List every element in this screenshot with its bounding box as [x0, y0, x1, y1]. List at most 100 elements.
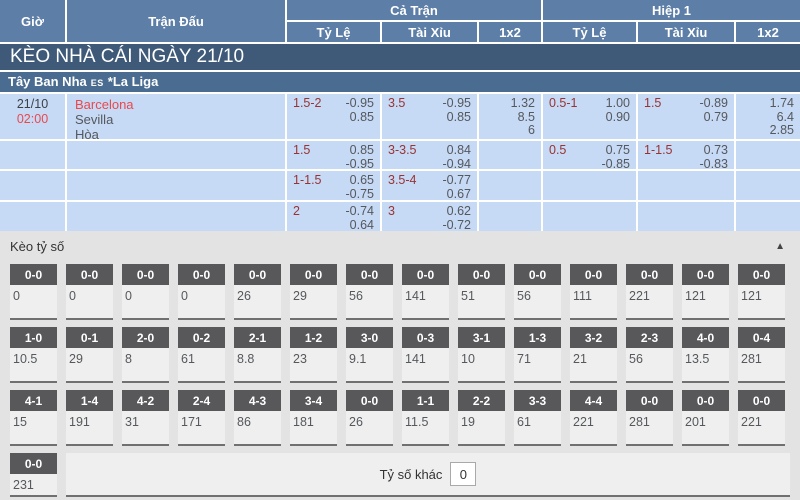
odds-cell-ft-ou[interactable]: 3.5-0.950.85	[382, 94, 477, 139]
score-cell[interactable]: 2-219	[458, 390, 505, 446]
score-cell[interactable]: 0-0121	[738, 264, 785, 320]
score-odds: 15	[10, 411, 57, 429]
odds-line: 1.5-0.89	[644, 97, 728, 111]
score-cell[interactable]: 4-013.5	[682, 327, 729, 383]
score-cell[interactable]: 0-00	[178, 264, 225, 320]
odds-cell-h1-hdp[interactable]	[543, 202, 636, 231]
score-cell[interactable]: 3-110	[458, 327, 505, 383]
score-cell[interactable]: 2-4171	[178, 390, 225, 446]
score-cell[interactable]: 1-010.5	[10, 327, 57, 383]
score-label: 2-0	[122, 327, 169, 348]
odds-value: 0.73	[704, 144, 728, 158]
odds-line: 1-1.50.73	[644, 144, 728, 158]
score-cell[interactable]: 3-4181	[290, 390, 337, 446]
score-label: 0-3	[402, 327, 449, 348]
odds-value: 0.75	[606, 144, 630, 158]
odds-cell-h1-ou[interactable]	[638, 202, 734, 231]
odds-cell-ft-1x2[interactable]	[479, 202, 541, 231]
odds-cell-h1-hdp[interactable]: 0.5-11.000.90	[543, 94, 636, 139]
handicap-value: 3	[388, 205, 395, 219]
score-cell[interactable]: 3-361	[514, 390, 561, 446]
odds-cell-ft-1x2[interactable]: 1.328.56	[479, 94, 541, 139]
score-cell[interactable]: 0-129	[66, 327, 113, 383]
score-odds: 181	[290, 411, 337, 429]
odds-cell-h1-hdp[interactable]	[543, 171, 636, 200]
score-cell[interactable]: 4-386	[234, 390, 281, 446]
header-match: Trận Đấu	[67, 0, 285, 42]
score-cell[interactable]: 1-371	[514, 327, 561, 383]
score-cell[interactable]: 0-026	[234, 264, 281, 320]
score-cell[interactable]: 0-026	[346, 390, 393, 446]
score-cell[interactable]: 0-0141	[402, 264, 449, 320]
odds-cell-ft-hdp[interactable]: 1.5-2-0.950.85	[287, 94, 380, 139]
score-label: 4-1	[10, 390, 57, 411]
score-cell[interactable]: 0-056	[346, 264, 393, 320]
score-cell[interactable]: 0-00	[66, 264, 113, 320]
score-odds: 201	[682, 411, 729, 429]
handicap-value: 3.5	[388, 97, 405, 111]
score-cell[interactable]: 4-4221	[570, 390, 617, 446]
score-cell[interactable]: 0-3141	[402, 327, 449, 383]
score-cell[interactable]: 3-221	[570, 327, 617, 383]
score-cell[interactable]: 0-0111	[570, 264, 617, 320]
correct-score-section: Kèo tỷ số ▲ 0-000-000-000-000-0260-0290-…	[0, 231, 800, 500]
score-cell[interactable]: 2-08	[122, 327, 169, 383]
score-cell[interactable]: 0-0281	[626, 390, 673, 446]
header-ft-overunder: Tài Xỉu	[382, 22, 477, 42]
score-cell[interactable]: 1-223	[290, 327, 337, 383]
odds-cell-h1-ou[interactable]	[638, 171, 734, 200]
score-cell[interactable]: 0-4281	[738, 327, 785, 383]
score-cell[interactable]: 0-0221	[626, 264, 673, 320]
odds-cell-h1-1x2[interactable]	[736, 202, 800, 231]
score-cell[interactable]: 0-00	[10, 264, 57, 320]
score-cell[interactable]: 4-231	[122, 390, 169, 446]
odds-value: 0.79	[704, 111, 728, 125]
odds-line: 1.5-2-0.95	[293, 97, 374, 111]
league-country-code: es	[91, 78, 104, 88]
score-label: 0-0	[66, 264, 113, 285]
score-cell[interactable]: 2-356	[626, 327, 673, 383]
odds-cell-h1-ou[interactable]: 1.5-0.890.79	[638, 94, 734, 139]
score-label: 3-2	[570, 327, 617, 348]
odds-cell-ft-ou[interactable]: 30.62-0.72	[382, 202, 477, 231]
match-cell	[67, 202, 285, 231]
odds-cell-ft-ou[interactable]: 3-3.50.84-0.94	[382, 141, 477, 169]
odds-cell-ft-hdp[interactable]: 1-1.50.65-0.75	[287, 171, 380, 200]
odds-cell-h1-1x2[interactable]: 1.746.42.85	[736, 94, 800, 139]
collapse-arrow-icon[interactable]: ▲	[775, 237, 785, 257]
odds-cell-ft-1x2[interactable]	[479, 141, 541, 169]
odds-line: 6	[485, 124, 535, 138]
score-label: 1-3	[514, 327, 561, 348]
score-odds: 121	[682, 285, 729, 303]
score-cell[interactable]: 1-4191	[66, 390, 113, 446]
odds-cell-ft-1x2[interactable]	[479, 171, 541, 200]
odds-value: 1.74	[770, 97, 794, 111]
score-cell[interactable]: 3-09.1	[346, 327, 393, 383]
score-cell[interactable]: 4-115	[10, 390, 57, 446]
odds-cell-h1-ou[interactable]: 1-1.50.73-0.83	[638, 141, 734, 169]
score-cell[interactable]: 2-18.8	[234, 327, 281, 383]
score-cell[interactable]: 0-0221	[738, 390, 785, 446]
odds-cell-h1-1x2[interactable]	[736, 141, 800, 169]
odds-line: 3.5-0.95	[388, 97, 471, 111]
odds-cell-ft-hdp[interactable]: 1.50.85-0.95	[287, 141, 380, 169]
other-score-input[interactable]	[450, 462, 476, 486]
score-cell[interactable]: 0-056	[514, 264, 561, 320]
odds-value: -0.74	[346, 205, 375, 219]
score-odds: 11.5	[402, 411, 449, 429]
odds-cell-h1-1x2[interactable]	[736, 171, 800, 200]
odds-cell-ft-ou[interactable]: 3.5-4-0.770.67	[382, 171, 477, 200]
score-cell[interactable]: 0-00	[122, 264, 169, 320]
score-cell[interactable]: 0-0121	[682, 264, 729, 320]
odds-cell-ft-hdp[interactable]: 2-0.740.64	[287, 202, 380, 231]
score-cell[interactable]: 0-051	[458, 264, 505, 320]
score-cell[interactable]: 0-029	[290, 264, 337, 320]
score-cell[interactable]: 0-0201	[682, 390, 729, 446]
score-cell[interactable]: 0-0231	[10, 453, 57, 497]
odds-cell-h1-hdp[interactable]: 0.50.75-0.85	[543, 141, 636, 169]
odds-value: 0.85	[447, 111, 471, 125]
score-cell[interactable]: 0-261	[178, 327, 225, 383]
score-cell[interactable]: 1-111.5	[402, 390, 449, 446]
score-label: 0-0	[10, 453, 57, 474]
score-label: 4-3	[234, 390, 281, 411]
